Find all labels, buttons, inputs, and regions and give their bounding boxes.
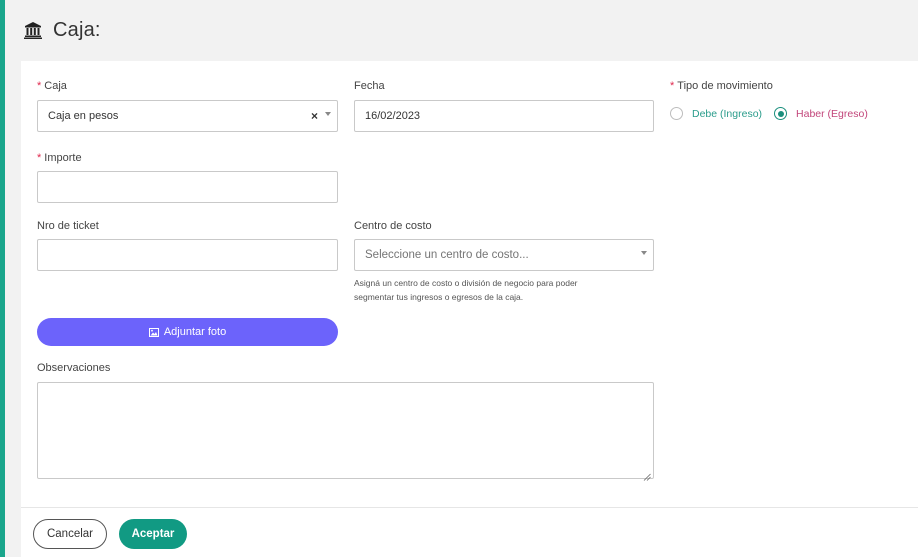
required-mark: * <box>37 80 42 92</box>
centro-costo-help-line-2: segmentar tus ingresos o egresos de la c… <box>354 292 524 302</box>
form-card: * Caja Caja en pesos × Fecha 16/02/2023 *… <box>21 61 918 557</box>
adjuntar-foto-button[interactable]: Adjuntar foto <box>37 318 338 346</box>
importe-label: * Importe <box>37 152 82 164</box>
tipo-movimiento-radio-group: Debe (Ingreso) Haber (Egreso) <box>670 107 880 120</box>
required-mark: * <box>670 80 675 92</box>
nro-ticket-input[interactable] <box>37 239 338 271</box>
page-header: Caja: <box>5 0 918 60</box>
chevron-down-icon[interactable] <box>641 251 647 255</box>
cancel-button[interactable]: Cancelar <box>33 519 107 549</box>
tipo-movimiento-label-text: Tipo de movimiento <box>677 80 773 92</box>
clear-icon[interactable]: × <box>311 109 318 123</box>
page-title: Caja: <box>53 18 101 41</box>
fecha-label: Fecha <box>354 80 385 92</box>
radio-haber-label[interactable]: Haber (Egreso) <box>796 108 868 120</box>
adjuntar-foto-label: Adjuntar foto <box>163 326 227 338</box>
caja-select-value: Caja en pesos <box>48 110 119 122</box>
footer-divider <box>21 507 918 508</box>
radio-debe[interactable]: Debe (Ingreso) <box>670 107 762 120</box>
nro-ticket-label: Nro de ticket <box>37 220 99 232</box>
radio-haber[interactable]: Haber (Egreso) <box>774 107 868 120</box>
radio-haber-circle[interactable] <box>774 107 788 120</box>
caja-label-text: Caja <box>44 80 67 92</box>
observaciones-label: Observaciones <box>37 362 111 374</box>
radio-debe-circle[interactable] <box>670 107 683 120</box>
importe-input[interactable] <box>37 171 338 203</box>
image-icon <box>148 327 159 337</box>
centro-costo-help: Asigná un centro de costo o división de … <box>354 276 654 304</box>
centro-costo-label: Centro de costo <box>354 220 432 232</box>
tipo-movimiento-label: * Tipo de movimiento <box>670 80 773 92</box>
resize-handle-icon[interactable] <box>643 468 651 481</box>
left-accent-bar <box>0 0 5 557</box>
chevron-down-icon[interactable] <box>325 112 331 116</box>
radio-debe-label[interactable]: Debe (Ingreso) <box>692 108 762 120</box>
importe-label-text: Importe <box>44 152 82 164</box>
fecha-value: 16/02/2023 <box>365 110 421 122</box>
centro-costo-placeholder: Seleccione un centro de costo... <box>365 249 529 261</box>
centro-costo-select[interactable]: Seleccione un centro de costo... <box>354 239 654 271</box>
caja-select[interactable]: Caja en pesos × <box>37 100 338 132</box>
centro-costo-help-line-1: Asigná un centro de costo o división de … <box>354 278 578 288</box>
required-mark: * <box>37 152 42 164</box>
observaciones-textarea[interactable] <box>37 382 654 481</box>
accept-button[interactable]: Aceptar <box>119 519 187 549</box>
bank-icon <box>24 21 42 39</box>
fecha-input[interactable]: 16/02/2023 <box>354 100 654 132</box>
caja-label: * Caja <box>37 80 67 92</box>
